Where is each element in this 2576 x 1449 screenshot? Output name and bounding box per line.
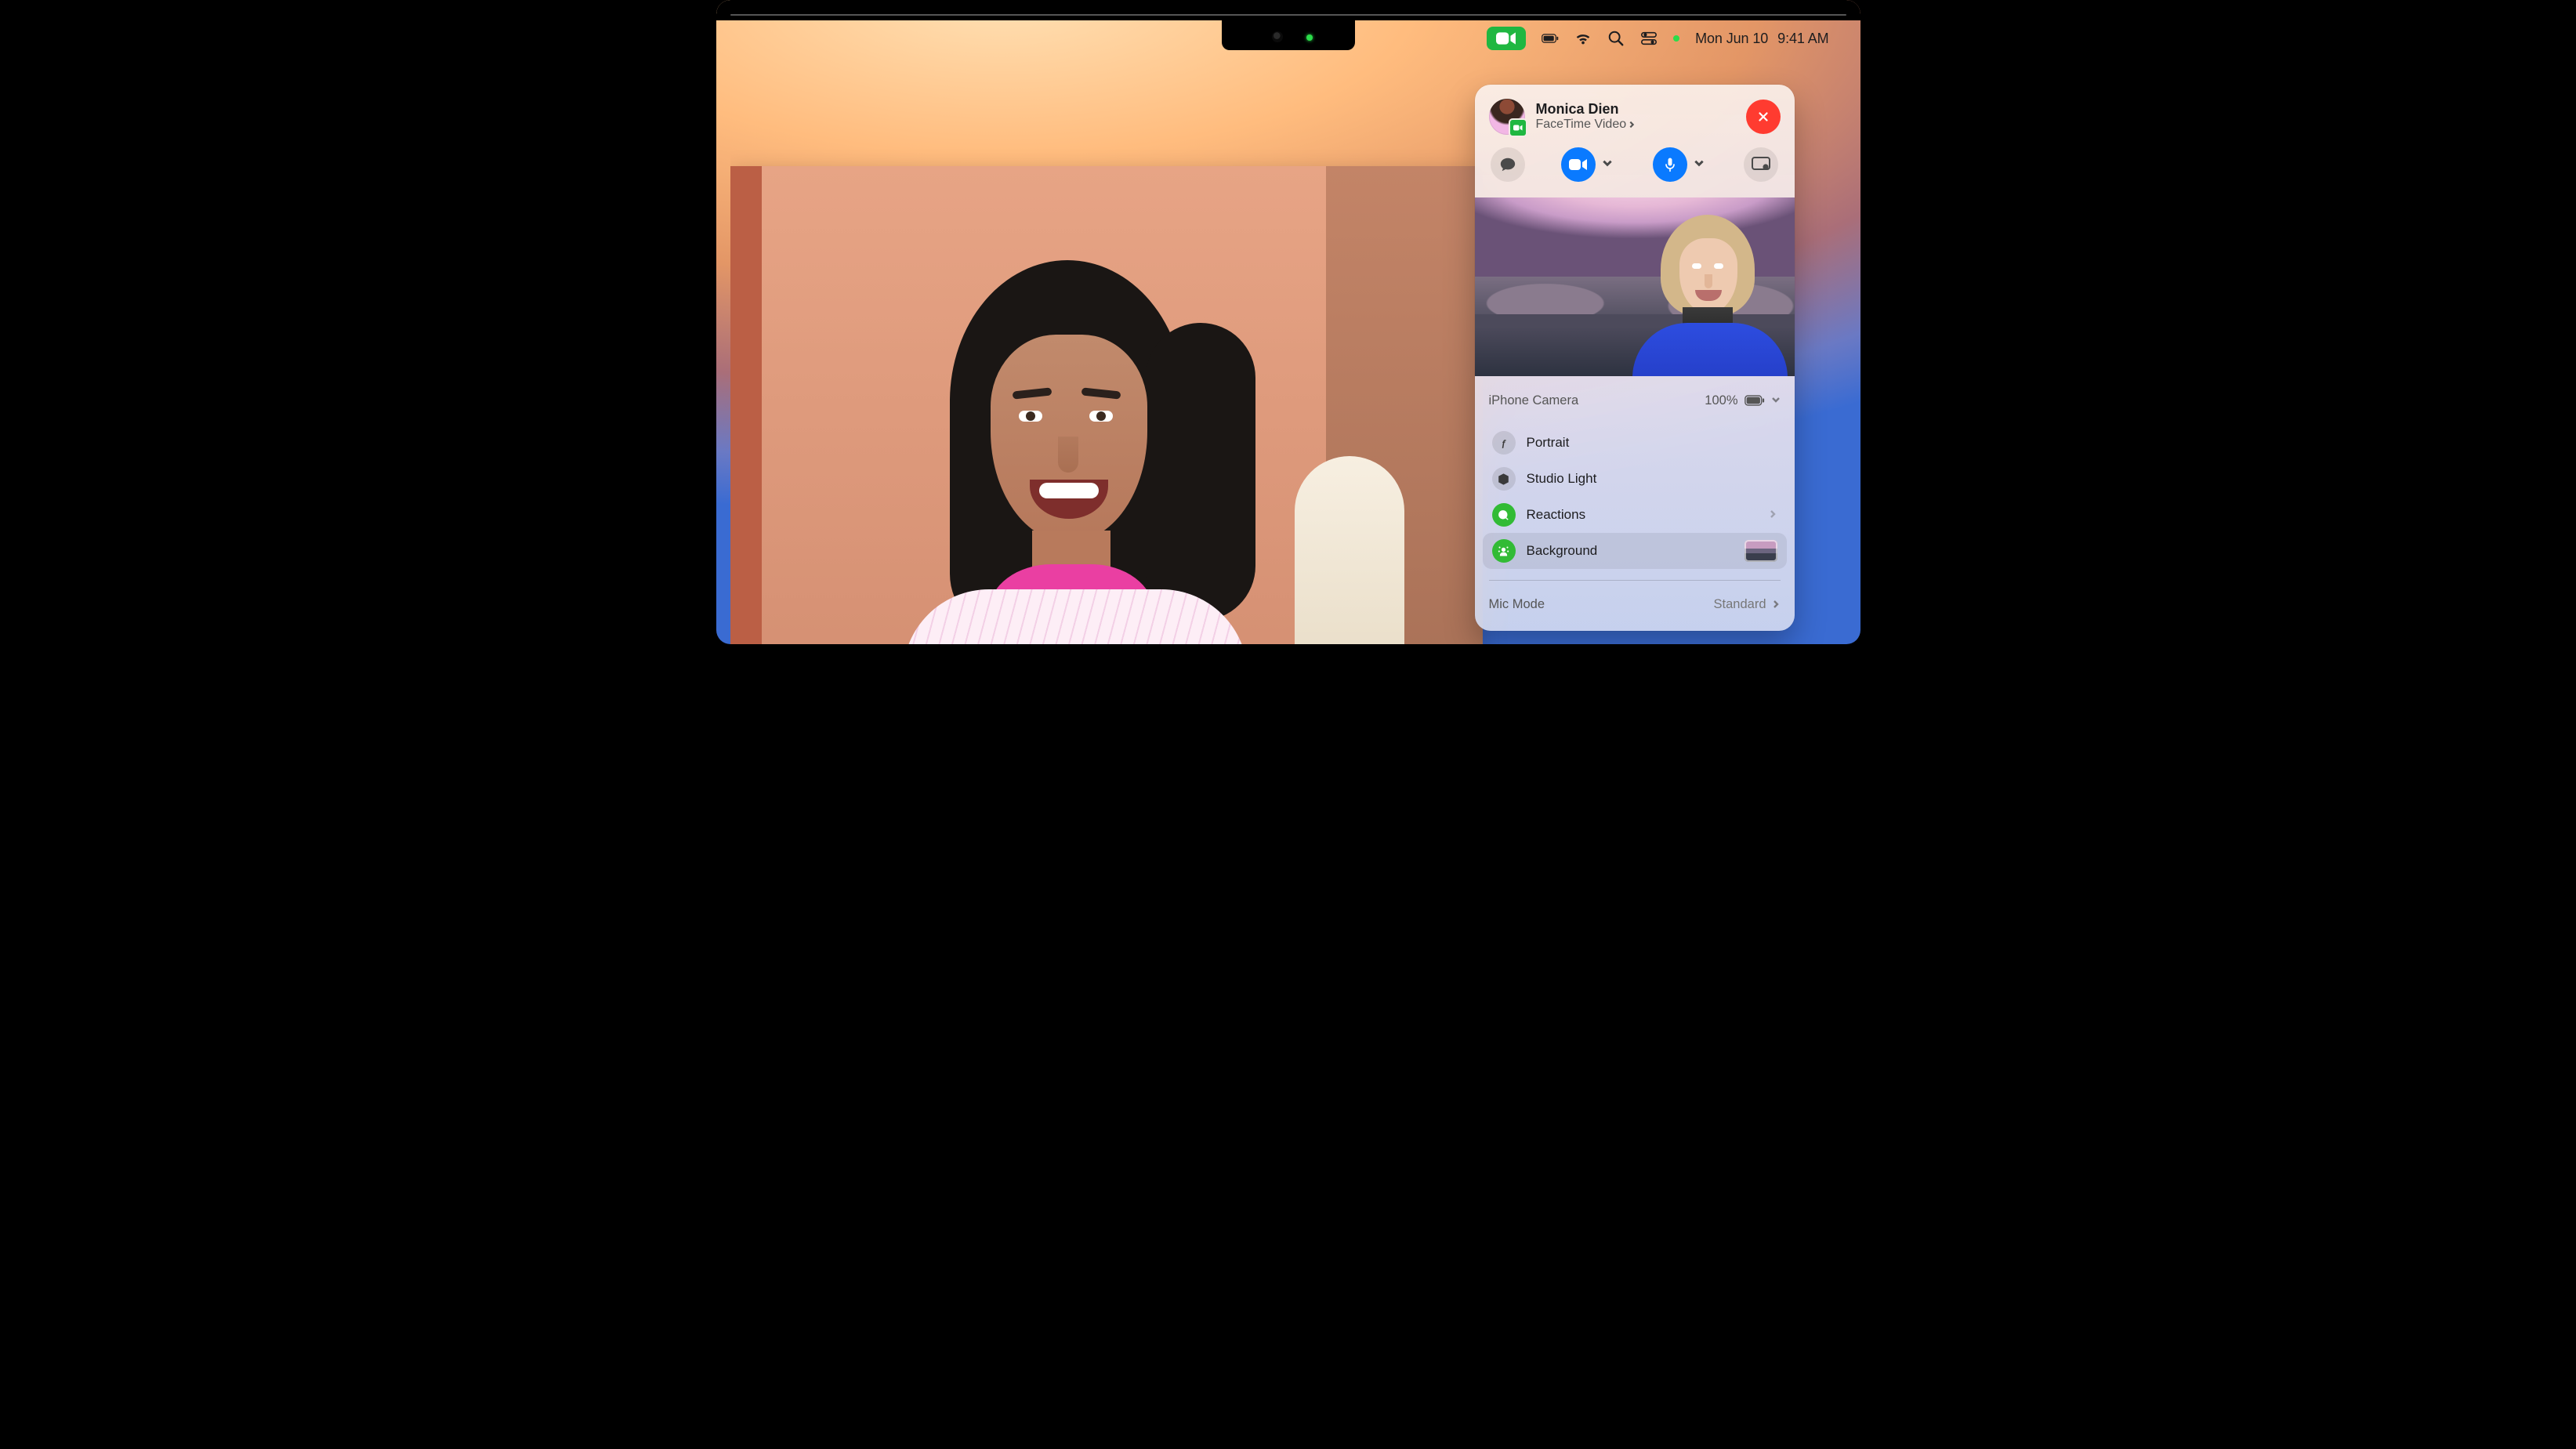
battery-status-icon[interactable] <box>1542 30 1559 47</box>
studio-light-label: Studio Light <box>1527 471 1777 487</box>
camera-source-label: iPhone Camera <box>1489 393 1579 408</box>
facetime-status-badge[interactable] <box>1487 27 1526 50</box>
portrait-label: Portrait <box>1527 435 1777 451</box>
display-notch <box>1222 17 1355 50</box>
video-camera-icon <box>1496 31 1516 45</box>
aperture-icon: f <box>1492 431 1516 455</box>
end-call-button[interactable] <box>1746 100 1781 134</box>
chevron-down-icon <box>1694 158 1705 168</box>
speech-bubble-icon <box>1499 156 1516 173</box>
camera-toggle-button[interactable] <box>1561 147 1596 182</box>
macbook-screen: Mon Jun 10 9:41 AM <box>716 0 1860 644</box>
camera-battery-percent: 100% <box>1705 393 1737 408</box>
close-icon <box>1756 110 1770 124</box>
portrait-mode-option[interactable]: f Portrait <box>1483 425 1787 461</box>
self-participant-video <box>1607 212 1786 376</box>
camera-active-led <box>1306 34 1313 41</box>
chevron-right-icon <box>1768 509 1777 519</box>
messages-button[interactable] <box>1491 147 1525 182</box>
facetime-badge-icon <box>1509 118 1527 137</box>
remote-participant-video <box>856 260 1357 644</box>
studio-light-option[interactable]: Studio Light <box>1483 461 1787 497</box>
microphone-options-dropdown[interactable] <box>1694 158 1708 172</box>
camera-lens <box>1272 31 1283 42</box>
microphone-icon <box>1662 157 1678 172</box>
video-camera-icon <box>1569 158 1588 172</box>
panel-header: Monica Dien FaceTime Video <box>1475 85 1795 146</box>
chevron-down-icon <box>1602 158 1613 168</box>
background-label: Background <box>1527 543 1734 559</box>
privacy-indicator-dot <box>1673 35 1679 42</box>
camera-toggle-group <box>1561 147 1616 182</box>
mic-mode-label: Mic Mode <box>1489 597 1545 612</box>
menubar-clock[interactable]: Mon Jun 10 9:41 AM <box>1695 31 1828 47</box>
background-option[interactable]: Background <box>1483 533 1787 569</box>
panel-action-row <box>1475 146 1795 197</box>
call-type-label[interactable]: FaceTime Video <box>1536 118 1735 132</box>
spotlight-search-icon[interactable] <box>1607 30 1625 47</box>
microphone-toggle-button[interactable] <box>1653 147 1687 182</box>
battery-icon <box>1745 395 1765 406</box>
mic-mode-value: Standard <box>1714 597 1766 612</box>
chevron-right-icon <box>1771 600 1781 609</box>
screen-share-icon <box>1752 157 1770 172</box>
contact-name: Monica Dien <box>1536 101 1735 118</box>
chevron-down-icon <box>1771 395 1781 404</box>
desktop-area: Mon Jun 10 9:41 AM <box>730 17 1846 644</box>
microphone-toggle-group <box>1653 147 1708 182</box>
reactions-label: Reactions <box>1527 507 1757 523</box>
control-center-icon[interactable] <box>1640 30 1658 47</box>
reactions-option[interactable]: Reactions <box>1483 497 1787 533</box>
person-background-icon <box>1492 539 1516 563</box>
camera-source-row[interactable]: iPhone Camera 100% <box>1489 381 1781 420</box>
camera-options-dropdown[interactable] <box>1602 158 1616 172</box>
contact-avatar[interactable] <box>1489 99 1525 135</box>
background-thumbnail <box>1745 540 1777 562</box>
svg-text:f: f <box>1502 440 1506 448</box>
mic-mode-row[interactable]: Mic Mode Standard <box>1475 585 1795 631</box>
menubar-date: Mon Jun 10 <box>1695 31 1768 47</box>
facetime-control-panel: Monica Dien FaceTime Video <box>1475 85 1795 631</box>
divider <box>1489 580 1781 581</box>
wifi-icon[interactable] <box>1574 30 1592 47</box>
video-effects-list: f Portrait Studio Light Reactions Backgr… <box>1475 423 1795 575</box>
self-camera-preview[interactable] <box>1475 197 1795 376</box>
facetime-video-window[interactable] <box>730 166 1483 644</box>
chevron-right-icon <box>1628 121 1636 129</box>
reactions-icon <box>1492 503 1516 527</box>
menubar-time: 9:41 AM <box>1777 31 1828 47</box>
cube-icon <box>1492 467 1516 491</box>
screen-share-button[interactable] <box>1744 147 1778 182</box>
